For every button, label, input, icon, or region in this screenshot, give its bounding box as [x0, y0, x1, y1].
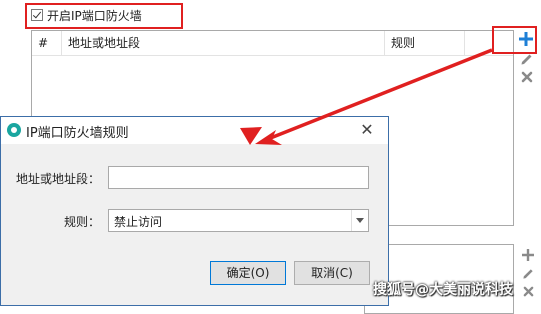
annotation-arrow-icon [240, 48, 493, 145]
watermark-text: 搜狐号@大美丽说科技 [373, 282, 513, 298]
